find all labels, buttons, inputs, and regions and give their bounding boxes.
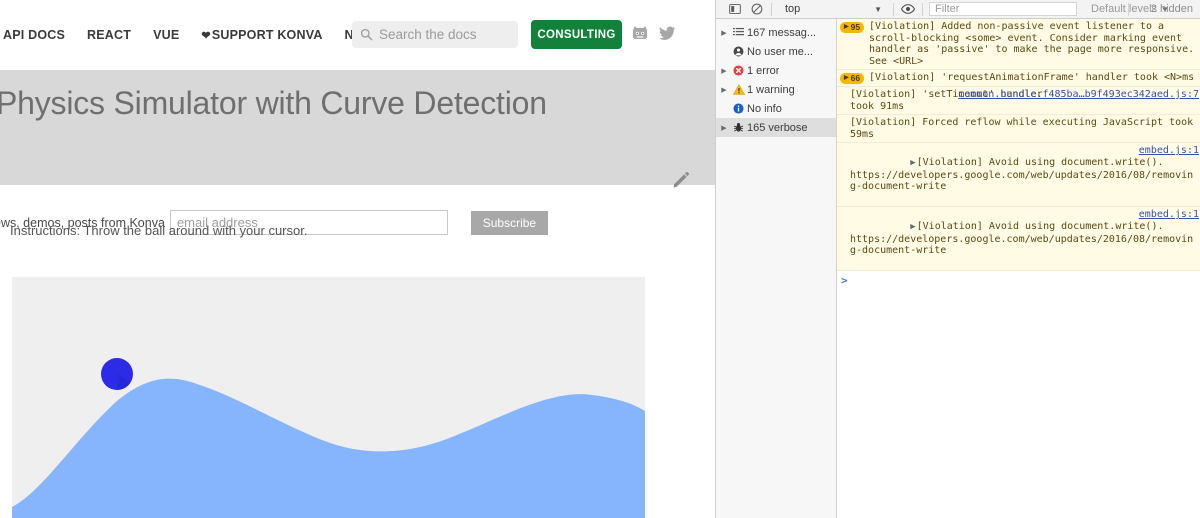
sidebar-item-label: 1 warning <box>747 83 795 96</box>
source-link[interactable]: embed.js:1 <box>1139 209 1199 221</box>
toolbar-divider <box>1128 3 1129 16</box>
sidebar-item-label: 1 error <box>747 64 780 77</box>
subscribe-button[interactable]: Subscribe <box>470 210 548 235</box>
console-message-body: [Violation] Avoid using document.write()… <box>850 156 1194 193</box>
chevron-down-icon: ▼ <box>874 4 882 14</box>
sidebar-item-errors[interactable]: ▶ 1 error <box>716 61 836 80</box>
live-expression-icon[interactable] <box>897 0 919 19</box>
disclosure-triangle-icon[interactable]: ▶ <box>910 222 915 232</box>
disclosure-triangle-icon[interactable]: ▶ <box>910 158 915 168</box>
console-message[interactable]: ▶ 95 [Violation] Added non-passive event … <box>837 19 1200 71</box>
source-link[interactable]: common.bundle.f485ba…b9f493ec342aed.js:7 <box>958 89 1199 101</box>
github-icon[interactable] <box>632 26 648 41</box>
log-level-value: Default levels <box>1091 3 1158 15</box>
search-icon <box>360 28 373 41</box>
pencil-icon[interactable] <box>672 171 690 189</box>
execution-context-value: top <box>785 3 801 15</box>
chevron-right-icon: ▶ <box>844 23 849 30</box>
repeat-count-badge[interactable]: ▶ 66 <box>840 73 865 85</box>
nav-link-label: VUE <box>153 28 180 42</box>
demo-instructions: Instructions: Throw the ball around with… <box>10 223 308 238</box>
error-icon <box>730 65 747 76</box>
chevron-right-icon[interactable]: ▶ <box>718 124 730 132</box>
prompt-arrow-icon: > <box>841 274 848 288</box>
console-message-list[interactable]: ▶ 95 [Violation] Added non-passive event … <box>837 19 1200 518</box>
repeat-count: 95 <box>850 21 861 32</box>
console-message[interactable]: embed.js:1 ▶[Violation] Avoid using docu… <box>837 207 1200 272</box>
heart-icon: ❤ <box>201 30 211 42</box>
screen-root: API DOCS REACT VUE ❤SUPPORT KONVA NEED H… <box>0 0 1200 518</box>
nav-link-label: REACT <box>87 28 132 42</box>
sidebar-item-label: 165 verbose <box>747 121 808 134</box>
console-message-text: [Violation] Added non-passive event list… <box>869 21 1200 67</box>
nav-link-vue[interactable]: VUE <box>142 28 190 42</box>
chevron-right-icon[interactable]: ▶ <box>718 29 730 37</box>
nav-link-label: API DOCS <box>3 28 66 42</box>
repeat-count: 66 <box>850 73 861 84</box>
sidebar-item-verbose[interactable]: ▶ 165 verbose <box>716 118 836 137</box>
list-icon <box>730 27 747 38</box>
twitter-icon[interactable] <box>659 26 676 41</box>
consulting-button[interactable]: CONSULTING <box>531 20 622 49</box>
chevron-right-icon[interactable]: ▶ <box>718 67 730 75</box>
console-message[interactable]: [Violation] Forced reflow while executin… <box>837 115 1200 144</box>
search-input[interactable]: Search the docs <box>352 21 518 48</box>
console-message[interactable]: common.bundle.f485ba…b9f493ec342aed.js:7… <box>837 86 1200 116</box>
console-message-body: [Violation] Avoid using document.write()… <box>850 220 1194 257</box>
clear-console-icon[interactable] <box>746 0 768 19</box>
page-title: Physics Simulator with Curve Detection <box>0 85 547 121</box>
execution-context-selector[interactable]: top ▼ <box>775 3 890 15</box>
user-icon <box>730 46 747 57</box>
chevron-right-icon[interactable]: ▶ <box>718 86 730 94</box>
verbose-bug-icon <box>730 122 747 133</box>
nav-link-label: SUPPORT KONVA <box>211 28 323 42</box>
console-prompt[interactable]: > <box>837 271 1200 291</box>
konva-website-page: API DOCS REACT VUE ❤SUPPORT KONVA NEED H… <box>0 0 715 518</box>
console-message[interactable]: ▶ 66 [Violation] 'requestAnimationFrame' … <box>837 70 1200 87</box>
nav-link-react[interactable]: REACT <box>76 28 142 42</box>
panel-toggle-icon[interactable] <box>724 0 746 19</box>
physics-scene <box>12 277 645 518</box>
nav-link-support-konva[interactable]: ❤SUPPORT KONVA <box>190 28 333 42</box>
site-navbar: API DOCS REACT VUE ❤SUPPORT KONVA NEED H… <box>0 0 715 70</box>
sidebar-item-warnings[interactable]: ▶ 1 warning <box>716 80 836 99</box>
sidebar-item-user-messages[interactable]: No user me... <box>716 42 836 61</box>
console-toolbar: top ▼ Default levels ▼ 2 hidden <box>716 0 1200 19</box>
console-message[interactable]: embed.js:1 ▶[Violation] Avoid using docu… <box>837 143 1200 208</box>
sidebar-item-messages[interactable]: ▶ 167 messag... <box>716 23 836 42</box>
console-message-text: [Violation] Forced reflow while executin… <box>850 117 1200 140</box>
sidebar-item-label: No user me... <box>747 45 814 58</box>
hidden-messages-count: 2 hidden <box>1150 3 1193 15</box>
nav-link-api-docs[interactable]: API DOCS <box>0 28 76 42</box>
devtools-console-panel: top ▼ Default levels ▼ 2 hidden ▶ <box>715 0 1200 518</box>
repeat-count-badge[interactable]: ▶ 95 <box>840 21 865 33</box>
console-sidebar: ▶ 167 messag... No user me... ▶ 1 error … <box>716 19 837 518</box>
sidebar-item-label: No info <box>747 102 782 115</box>
sidebar-item-label: 167 messag... <box>747 26 817 39</box>
warning-icon <box>730 84 747 95</box>
hero-band: Physics Simulator with Curve Detection e… <box>0 70 715 235</box>
search-placeholder: Search the docs <box>379 27 477 42</box>
source-link[interactable]: embed.js:1 <box>1139 145 1199 157</box>
chevron-right-icon: ▶ <box>844 75 849 82</box>
info-icon <box>730 103 747 114</box>
sidebar-item-info[interactable]: No info <box>716 99 836 118</box>
konva-canvas[interactable] <box>12 277 645 518</box>
console-message-text: [Violation] 'requestAnimationFrame' hand… <box>869 72 1195 84</box>
console-filter-input[interactable] <box>929 2 1077 16</box>
